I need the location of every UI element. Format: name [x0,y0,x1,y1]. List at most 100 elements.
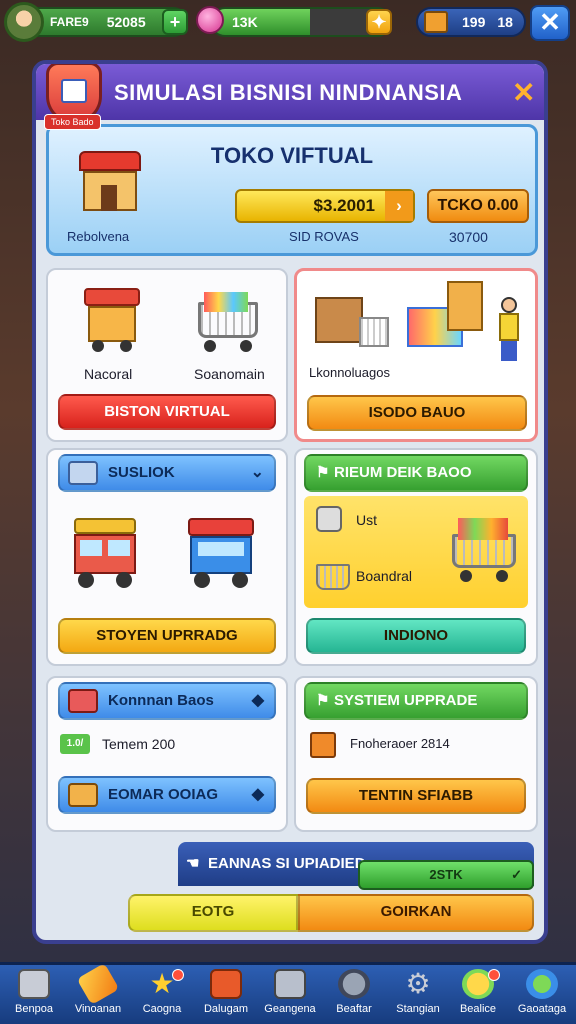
card4-header[interactable]: ⚑ RIEUM DEIK BAOO [304,454,528,492]
nav-item-beaftar[interactable]: Beaftar [322,969,386,1024]
calculator-icon [210,969,242,999]
pencil-icon [76,963,120,1005]
hand-icon: ☚ [186,855,200,872]
card4-label-bottom: Boandral [356,568,413,584]
coin-icon [316,506,342,532]
nav-label: Vinoanan [74,1003,122,1015]
chevron-down-icon: ⌄ [250,464,264,481]
card4-yellow-area: Ust Boandral [304,496,528,608]
goods-pile-icon [407,277,487,359]
store-caption: Rebolvena [67,229,130,244]
store-value: 30700 [449,229,488,245]
toko-button[interactable]: TCKO 0.00 [427,189,529,223]
money-display: $3.2001 › [235,189,415,223]
add-currency-button[interactable]: + [162,9,188,35]
card6-stat-text: Fnoheraoer 2814 [350,736,450,751]
panel-title: SIMULASI BISNISI NINDNANSIA [114,80,463,105]
box-icon [18,969,50,999]
nav-label: Stangian [396,1003,440,1015]
currency-label: FARE9 [50,15,89,29]
business-sim-panel: SIMULASI BISNISI NINDNANSIA ✕ Toko Bado … [32,60,548,944]
nav-label: Caogna [142,1003,182,1015]
energy-value: 13K [232,14,258,30]
box-icon [68,689,98,713]
nav-label: Beaftar [336,1003,372,1015]
add-energy-button[interactable]: ✦ [366,9,392,35]
panel-close-button[interactable]: ✕ [512,76,535,109]
card3-header-label: SUSLIOK [108,464,175,481]
currency-value: 52085 [106,14,146,30]
panel-header: SIMULASI BISNISI NINDNANSIA ✕ [36,64,544,120]
arrow-icon: ◆ [251,786,264,803]
store-rounds: SID ROVAS [289,229,359,244]
orange-action-button[interactable]: GOIRKAN [298,894,534,932]
stall-icon [78,288,144,354]
virtual-store-card: TOKO VIFTUAL $3.2001 › TCKO 0.00 Rebolve… [46,124,538,256]
virtual-shop-button[interactable]: BISTON VIRTUAL [58,394,276,430]
upgrade-label: EANNAS SI UPIADIED [208,855,366,872]
cart-icon [190,292,264,354]
card5-stat-text: Temem 200 [102,736,176,752]
stock-button[interactable]: ISODO BAUO [307,395,527,431]
notification-badge [488,969,500,981]
tools-icon [338,969,370,999]
flag-icon: ⚑ [316,464,330,481]
close-game-button[interactable]: ✕ [530,5,570,41]
flag-icon: ⚑ [316,692,330,709]
card6-header[interactable]: ⚑ SYSTIEM UPPRADE [304,682,528,720]
expand-icon: ◆ [251,692,264,709]
gem-icon [196,6,224,34]
budget-card: ⚑ RIEUM DEIK BAOO Ust Boandral INDIONO [294,448,538,666]
nav-item-stangian[interactable]: ⚙ Stangian [386,969,450,1024]
nav-item-benpoa[interactable]: Benpoa [2,969,66,1024]
card4-label-top: Ust [356,512,377,528]
money-value: $3.2001 [313,196,375,215]
package-icon [68,783,98,807]
nav-item-caogna[interactable]: ★ Caogna [130,969,194,1024]
nav-item-vinoanan[interactable]: Vinoanan [66,963,130,1024]
capacity-card: Konnnan Baos ◆ 1.0/ Temem 200 EOMAR OOIA… [46,676,288,832]
yellow-action-label: EOTG [191,903,235,920]
inventory-secondary: 18 [497,14,513,30]
inventory-value: 199 [462,14,486,30]
green-value-pill[interactable]: 2STK ✓ [358,860,534,890]
nav-label: Benpoa [15,1003,53,1015]
player-avatar[interactable] [4,2,44,42]
register-icon [274,969,306,999]
basket-icon [316,564,350,590]
energy-fill [212,9,310,35]
nav-item-gaoataga[interactable]: Gaoataga [510,969,574,1024]
globe-icon [526,969,558,999]
card2-label: Lkonnoluagos [309,365,390,380]
card5-button[interactable]: EOMAR OOIAG ◆ [58,776,276,814]
card6-header-label: SYSTIEM UPPRADE [334,692,478,709]
budget-button[interactable]: INDIONO [306,618,526,654]
nav-item-dalugam[interactable]: Dalugam [194,969,258,1024]
bottom-navigation: Benpoa Vinoanan ★ Caogna Dalugam Geangen… [0,962,576,1024]
money-arrow-icon: › [385,191,413,221]
card5-header-label: Konnnan Baos [108,692,214,709]
system-upgrade-button[interactable]: TENTIN SFIABB [306,778,526,814]
notification-badge [172,969,184,981]
vehicle-upgrade-button[interactable]: STOYEN UPRRADG [58,618,276,654]
energy-pill: 13K [210,7,392,37]
gift-icon [310,732,336,758]
yellow-action-button[interactable]: EOTG [128,894,298,932]
vehicle-upgrade-card: SUSLIOK ⌄ STOYEN UPRRADG [46,448,288,666]
nav-label: Bealice [459,1003,497,1015]
food-truck-icon [70,512,142,594]
crate-icon [424,11,448,33]
card3-header[interactable]: SUSLIOK ⌄ [58,454,276,492]
nav-label: Geangena [264,1003,316,1015]
nav-item-geangena[interactable]: Geangena [258,969,322,1024]
card5-button-label: EOMAR OOIAG [108,786,219,803]
delivery-cart-icon [182,514,260,594]
stat-badge: 1.0/ [60,734,90,754]
nav-label: Gaoataga [517,1003,567,1015]
stock-supply-card: Lkonnoluagos ISODO BAUO [294,268,538,442]
virtual-shop-card: Nacoral Soanomain BISTON VIRTUAL [46,268,288,442]
shopkeeper-icon [493,297,523,363]
card5-header[interactable]: Konnnan Baos ◆ [58,682,276,720]
shop-building-icon [79,151,141,215]
nav-item-bealice[interactable]: Bealice [446,969,510,1024]
